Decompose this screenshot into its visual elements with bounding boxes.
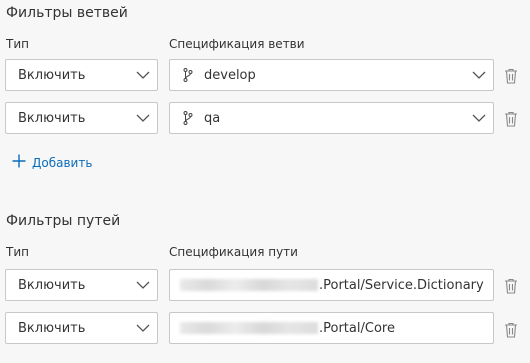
branch-type-dropdown-1[interactable]: Включить (5, 59, 158, 91)
path-type-label: Тип (6, 245, 29, 259)
branch-value: develop (204, 67, 256, 83)
dropdown-value: Включить (18, 110, 86, 126)
trash-icon[interactable] (503, 67, 519, 85)
plus-icon (12, 154, 26, 171)
branch-spec-dropdown-2[interactable]: qa (169, 102, 494, 134)
chevron-down-icon (129, 281, 157, 289)
branch-value: qa (204, 110, 221, 126)
path-value: .Portal/Core (319, 320, 395, 336)
dropdown-value: Включить (18, 320, 86, 336)
path-spec-input-2[interactable]: .Portal/Core (169, 312, 494, 344)
branch-icon (180, 111, 196, 125)
redacted-path-prefix (180, 279, 318, 291)
trash-icon[interactable] (503, 277, 519, 295)
add-branch-filter-button[interactable]: Добавить (12, 154, 92, 171)
dropdown-value: Включить (18, 277, 86, 293)
path-type-dropdown-1[interactable]: Включить (5, 269, 158, 301)
path-filters-title: Фильтры путей (6, 213, 121, 229)
branch-spec-dropdown-1[interactable]: develop (169, 59, 494, 91)
branch-filters-title: Фильтры ветвей (6, 5, 128, 21)
chevron-down-icon (129, 114, 157, 122)
chevron-down-icon (129, 71, 157, 79)
chevron-down-icon (465, 71, 493, 79)
branch-type-label: Тип (6, 37, 29, 51)
branch-type-dropdown-2[interactable]: Включить (5, 102, 158, 134)
branch-icon (180, 68, 196, 82)
path-value: .Portal/Service.Dictionary (319, 277, 484, 293)
chevron-down-icon (129, 324, 157, 332)
dropdown-value: Включить (18, 67, 86, 83)
path-spec-input-1[interactable]: .Portal/Service.Dictionary (169, 269, 494, 301)
trash-icon[interactable] (503, 110, 519, 128)
add-button-label: Добавить (32, 155, 93, 170)
chevron-down-icon (465, 114, 493, 122)
branch-spec-label: Спецификация ветви (169, 37, 305, 51)
path-spec-label: Спецификация пути (169, 245, 298, 259)
trash-icon[interactable] (503, 321, 519, 339)
path-type-dropdown-2[interactable]: Включить (5, 312, 158, 344)
redacted-path-prefix (180, 322, 318, 334)
